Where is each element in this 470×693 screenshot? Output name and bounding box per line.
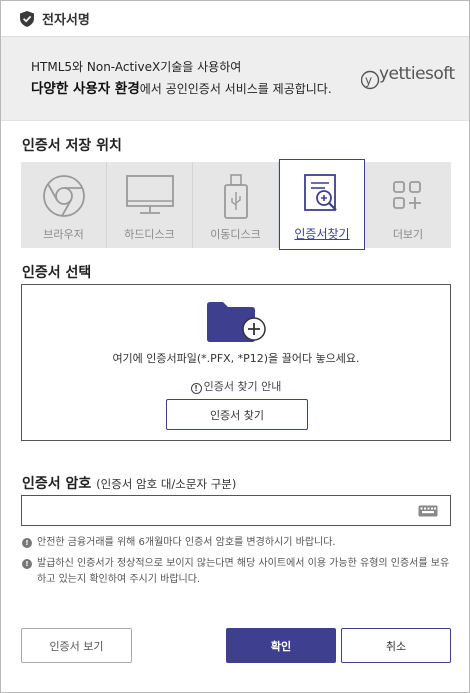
banner-line2-bold: 다양한 사용자 환경 <box>31 81 140 97</box>
banner-line2-rest: 에서 공인인증서 서비스를 제공합니다. <box>139 82 332 96</box>
storage-find-cert[interactable]: 인증서찾기 <box>279 159 365 250</box>
virtual-keyboard-icon[interactable] <box>418 505 438 517</box>
password-field <box>21 495 451 526</box>
password-subtitle: (인증서 암호 대/소문자 구분) <box>96 477 237 491</box>
password-note-1: ! 안전한 금융거래를 위해 6개월마다 인증서 암호를 변경하시기 바랍니다. <box>22 535 452 551</box>
banner-line1: HTML5와 Non-ActiveX기술을 사용하여 <box>31 60 242 74</box>
logo-text: yettiesoft <box>379 64 455 84</box>
ok-button[interactable]: 확인 <box>226 628 336 663</box>
password-input[interactable] <box>22 496 402 525</box>
cert-drop-zone[interactable]: 여기에 인증서파일(*.PFX, *P12)을 끌어다 놓으세요. ! 인증서 찾… <box>21 284 451 441</box>
usb-icon <box>223 174 248 219</box>
monitor-icon <box>125 175 174 214</box>
password-note-2: ! 발급하신 인증서가 정상적으로 보이지 않는다면 해당 사이트에서 이용 가… <box>22 556 452 588</box>
select-title: 인증서 선택 <box>22 265 92 281</box>
storage-more-label: 더보기 <box>392 228 424 241</box>
title-bar: 전자서명 <box>1 1 469 37</box>
signing-dialog: 전자서명 HTML5와 Non-ActiveX기술을 사용하여 다양한 사용자 … <box>0 0 470 693</box>
password-note-2-text: 발급하신 인증서가 정상적으로 보이지 않는다면 해당 사이트에서 이용 가능한… <box>37 558 450 585</box>
banner-line2: 다양한 사용자 환경에서 공인인증서 서비스를 제공합니다. <box>31 77 332 97</box>
info-icon: ! <box>22 559 32 569</box>
info-icon: ! <box>22 538 32 548</box>
view-cert-button[interactable]: 인증서 보기 <box>21 628 132 663</box>
storage-find-cert-label: 인증서찾기 <box>294 227 350 241</box>
browser-icon <box>42 175 85 217</box>
cert-find-guide-text: 인증서 찾기 안내 <box>203 380 282 393</box>
storage-more[interactable]: 더보기 <box>365 162 451 248</box>
password-title-text: 인증서 암호 <box>22 476 92 492</box>
info-icon: ! <box>190 383 202 394</box>
storage-harddisk[interactable]: 하드디스크 <box>107 162 193 248</box>
storage-removable[interactable]: 이동디스크 <box>193 162 279 248</box>
svg-text:y: y <box>365 74 372 88</box>
password-note-1-text: 안전한 금융거래를 위해 6개월마다 인증서 암호를 변경하시기 바랍니다. <box>37 537 336 548</box>
drop-hint: 여기에 인증서파일(*.PFX, *P12)을 끌어다 놓으세요. <box>112 352 360 365</box>
storage-removable-label: 이동디스크 <box>210 228 261 241</box>
find-cert-button[interactable]: 인증서 찾기 <box>166 399 308 430</box>
storage-selector: 브라우저 하드디스크 이동디스크 인증서찾기 더보기 <box>21 159 451 250</box>
storage-browser[interactable]: 브라우저 <box>21 162 107 248</box>
window-title: 전자서명 <box>42 13 90 28</box>
banner: HTML5와 Non-ActiveX기술을 사용하여 다양한 사용자 환경에서 … <box>1 37 469 121</box>
folder-add-icon <box>207 302 266 342</box>
more-grid-icon <box>393 181 421 209</box>
cert-find-guide-link[interactable]: ! 인증서 찾기 안내 <box>22 378 450 394</box>
storage-browser-label: 브라우저 <box>43 228 84 241</box>
cert-search-icon <box>304 174 337 211</box>
storage-title: 인증서 저장 위치 <box>22 138 122 154</box>
password-title: 인증서 암호 (인증서 암호 대/소문자 구분) <box>22 473 236 493</box>
cancel-button[interactable]: 취소 <box>341 628 451 663</box>
shield-check-icon <box>20 10 34 27</box>
storage-harddisk-label: 하드디스크 <box>124 228 175 241</box>
